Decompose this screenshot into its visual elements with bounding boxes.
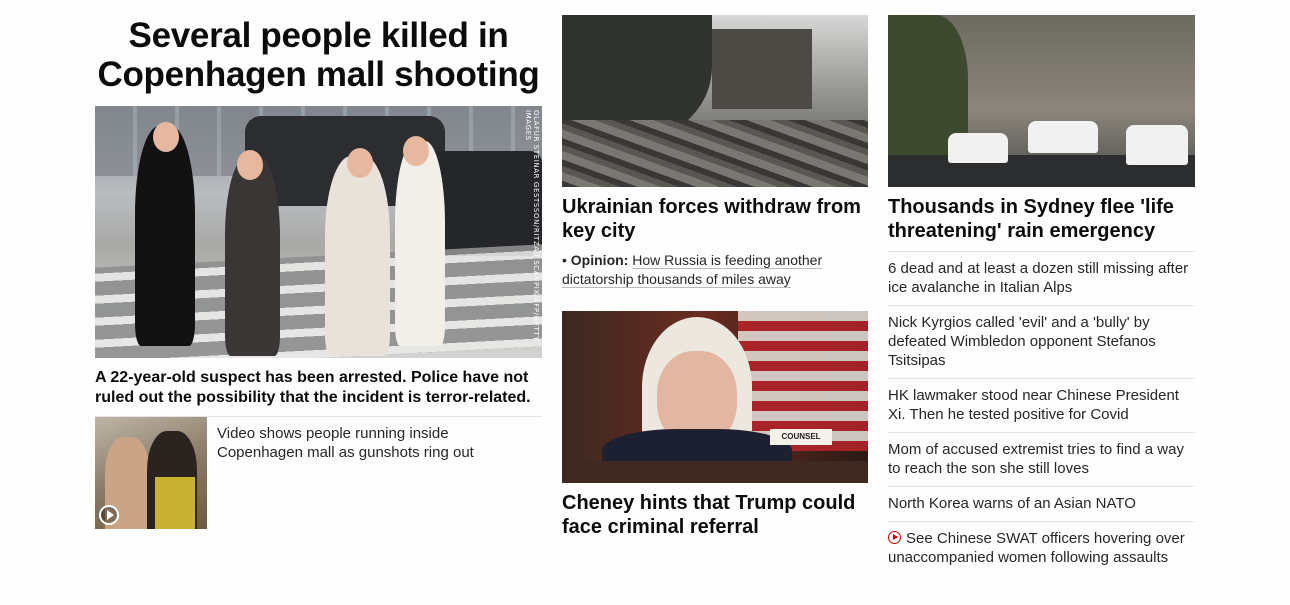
- sydney-flood-photo[interactable]: [888, 15, 1195, 187]
- list-item[interactable]: North Korea warns of an Asian NATO: [888, 486, 1195, 521]
- list-item[interactable]: 6 dead and at least a dozen still missin…: [888, 251, 1195, 305]
- photo-desk: [562, 461, 868, 483]
- lead-description[interactable]: A 22-year-old suspect has been arrested.…: [95, 368, 542, 408]
- list-item[interactable]: HK lawmaker stood near Chinese President…: [888, 378, 1195, 432]
- photo-person: [325, 156, 390, 356]
- photo-head: [153, 122, 179, 152]
- photo-person: [395, 141, 445, 346]
- lead-headline[interactable]: Several people killed in Copenhagen mall…: [95, 14, 542, 94]
- video-headline-link[interactable]: Video shows people running inside Copenh…: [217, 424, 517, 462]
- cheney-photo[interactable]: COUNSEL: [562, 311, 868, 483]
- lead-story: Several people killed in Copenhagen mall…: [95, 14, 542, 529]
- list-item[interactable]: Nick Kyrgios called 'evil' and a 'bully'…: [888, 305, 1195, 378]
- ukraine-headline[interactable]: Ukrainian forces withdraw from key city: [562, 195, 868, 243]
- right-column: Thousands in Sydney flee 'life threateni…: [888, 15, 1195, 575]
- counsel-sign: COUNSEL: [770, 429, 832, 445]
- photo-head: [347, 148, 373, 178]
- middle-column: Ukrainian forces withdraw from key city …: [562, 15, 868, 539]
- sydney-headline[interactable]: Thousands in Sydney flee 'life threateni…: [888, 195, 1195, 243]
- list-item[interactable]: Mom of accused extremist tries to find a…: [888, 432, 1195, 486]
- photo-head: [237, 150, 263, 180]
- thumb-person: [155, 477, 195, 529]
- video-thumbnail[interactable]: [95, 417, 207, 529]
- photo-car: [1028, 121, 1098, 153]
- list-item-text[interactable]: See Chinese SWAT officers hovering over …: [888, 530, 1185, 566]
- bullet: •: [562, 252, 571, 268]
- ukraine-photo[interactable]: [562, 15, 868, 187]
- video-play-icon: [888, 531, 901, 544]
- photo-building: [712, 29, 812, 109]
- photo-car: [948, 133, 1008, 163]
- photo-head: [403, 136, 429, 166]
- photo-person: [135, 126, 195, 346]
- cheney-headline[interactable]: Cheney hints that Trump could face crimi…: [562, 491, 868, 539]
- photo-credit: OLAFUR STEINAR GESTSSON/RITZAU SCANPIX/A…: [524, 110, 540, 342]
- photo-rubble: [562, 120, 868, 187]
- play-icon[interactable]: [99, 505, 119, 525]
- opinion-link[interactable]: • Opinion: How Russia is feeding another…: [562, 251, 868, 289]
- headline-list: 6 dead and at least a dozen still missin…: [888, 251, 1195, 575]
- opinion-label: Opinion:: [570, 252, 629, 268]
- video-story[interactable]: Video shows people running inside Copenh…: [95, 416, 542, 529]
- lead-photo[interactable]: OLAFUR STEINAR GESTSSON/RITZAU SCANPIX/A…: [95, 106, 542, 358]
- list-item-video[interactable]: See Chinese SWAT officers hovering over …: [888, 521, 1195, 575]
- photo-person: [225, 156, 280, 356]
- photo-car: [1126, 125, 1188, 165]
